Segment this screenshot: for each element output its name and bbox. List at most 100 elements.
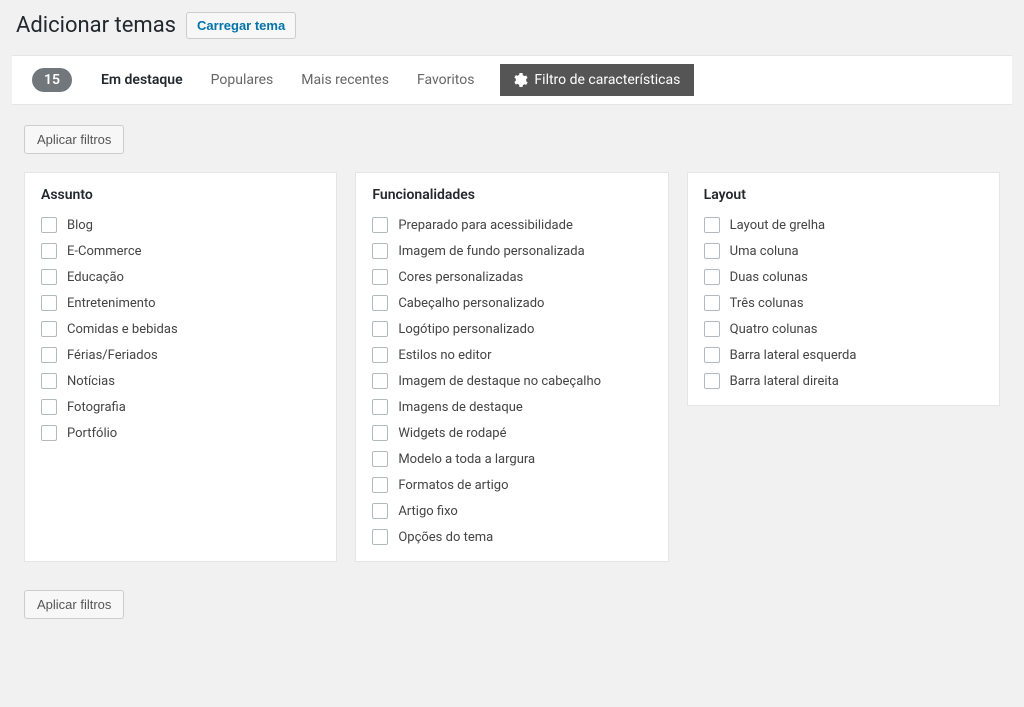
filter-item[interactable]: Duas colunas <box>704 269 983 285</box>
filter-checkbox[interactable] <box>41 347 57 363</box>
filter-item-label: Widgets de rodapé <box>398 426 506 441</box>
filter-item[interactable]: Imagens de destaque <box>372 399 651 415</box>
tab-favorites[interactable]: Favoritos <box>403 56 488 104</box>
tab-feature-filter[interactable]: Filtro de características <box>500 64 694 96</box>
filter-groups-row: Assunto BlogE-CommerceEducaçãoEntretenim… <box>24 172 1000 562</box>
filter-checkbox[interactable] <box>41 425 57 441</box>
filter-item[interactable]: Portfólio <box>41 425 320 441</box>
filter-item[interactable]: Fotografia <box>41 399 320 415</box>
filter-tabs: Em destaque Populares Mais recentes Favo… <box>87 56 694 104</box>
filter-item-label: Cabeçalho personalizado <box>398 296 544 311</box>
filter-checkbox[interactable] <box>704 217 720 233</box>
filter-checkbox[interactable] <box>372 425 388 441</box>
filter-group-subject: Assunto BlogE-CommerceEducaçãoEntretenim… <box>24 172 337 562</box>
filter-group-features-title: Funcionalidades <box>372 187 651 203</box>
filter-checkbox[interactable] <box>704 373 720 389</box>
filter-item-label: Barra lateral esquerda <box>730 348 857 363</box>
filter-checkbox[interactable] <box>704 243 720 259</box>
filter-item-label: Modelo a toda a largura <box>398 452 535 467</box>
apply-filters-button-top[interactable]: Aplicar filtros <box>24 125 124 154</box>
filter-item[interactable]: Layout de grelha <box>704 217 983 233</box>
filter-item[interactable]: Quatro colunas <box>704 321 983 337</box>
filter-item[interactable]: Três colunas <box>704 295 983 311</box>
filter-item-label: Fotografia <box>67 400 126 415</box>
tab-popular[interactable]: Populares <box>197 56 288 104</box>
filter-item-label: Formatos de artigo <box>398 478 508 493</box>
filter-checkbox[interactable] <box>41 321 57 337</box>
filter-checkbox[interactable] <box>704 321 720 337</box>
filter-item-label: Preparado para acessibilidade <box>398 218 573 233</box>
filter-item[interactable]: Formatos de artigo <box>372 477 651 493</box>
filter-item-label: Imagens de destaque <box>398 400 522 415</box>
tab-latest[interactable]: Mais recentes <box>287 56 403 104</box>
tab-featured[interactable]: Em destaque <box>87 56 197 104</box>
filter-item[interactable]: Barra lateral direita <box>704 373 983 389</box>
filter-group-layout-title: Layout <box>704 187 983 203</box>
filter-group-layout: Layout Layout de grelha Uma coluna Duas co… <box>687 172 1000 406</box>
filter-item[interactable]: Estilos no editor <box>372 347 651 363</box>
filter-item[interactable]: Artigo fixo <box>372 503 651 519</box>
filter-item-label: Notícias <box>67 374 115 389</box>
filter-item[interactable]: Modelo a toda a largura <box>372 451 651 467</box>
filter-item[interactable]: Férias/Feriados <box>41 347 320 363</box>
filter-item[interactable]: Notícias <box>41 373 320 389</box>
filter-checkbox[interactable] <box>372 477 388 493</box>
filter-checkbox[interactable] <box>372 373 388 389</box>
filter-item-label: Logótipo personalizado <box>398 322 534 337</box>
filter-checkbox[interactable] <box>372 269 388 285</box>
filter-checkbox[interactable] <box>41 399 57 415</box>
filter-checkbox[interactable] <box>41 217 57 233</box>
filter-bar: 15 Em destaque Populares Mais recentes F… <box>12 55 1012 105</box>
filter-item[interactable]: Imagem de fundo personalizada <box>372 243 651 259</box>
filter-item-label: Férias/Feriados <box>67 348 158 363</box>
filter-item[interactable]: Widgets de rodapé <box>372 425 651 441</box>
filter-checkbox[interactable] <box>372 295 388 311</box>
theme-count-badge: 15 <box>32 68 72 92</box>
filter-item[interactable]: Educação <box>41 269 320 285</box>
feature-filter-label: Filtro de características <box>534 72 680 88</box>
apply-filters-button-bottom[interactable]: Aplicar filtros <box>24 590 124 619</box>
upload-theme-button[interactable]: Carregar tema <box>186 12 296 39</box>
filter-item-label: Quatro colunas <box>730 322 818 337</box>
filter-item-label: Uma coluna <box>730 244 799 259</box>
filter-checkbox[interactable] <box>372 217 388 233</box>
filter-item[interactable]: Logótipo personalizado <box>372 321 651 337</box>
filter-checkbox[interactable] <box>704 347 720 363</box>
filter-item[interactable]: Cores personalizadas <box>372 269 651 285</box>
filter-list-layout: Layout de grelha Uma coluna Duas colunas Tr… <box>704 217 983 389</box>
filter-checkbox[interactable] <box>372 451 388 467</box>
filter-item[interactable]: Barra lateral esquerda <box>704 347 983 363</box>
filter-checkbox[interactable] <box>372 529 388 545</box>
filter-checkbox[interactable] <box>372 503 388 519</box>
filter-checkbox[interactable] <box>704 295 720 311</box>
page-title: Adicionar temas <box>16 13 176 38</box>
filter-checkbox[interactable] <box>372 399 388 415</box>
filter-item-label: Blog <box>67 218 93 233</box>
filter-item[interactable]: Blog <box>41 217 320 233</box>
filter-list-subject: Blog E-Commerce Educação Entretenimento Comi… <box>41 217 320 441</box>
filter-checkbox[interactable] <box>41 295 57 311</box>
filter-list-features: Preparado para acessibilidade Imagem de f… <box>372 217 651 545</box>
filter-item[interactable]: Entretenimento <box>41 295 320 311</box>
filter-checkbox[interactable] <box>704 269 720 285</box>
filter-checkbox[interactable] <box>41 243 57 259</box>
filter-item[interactable]: Imagem de destaque no cabeçalho <box>372 373 651 389</box>
filter-item[interactable]: E-Commerce <box>41 243 320 259</box>
filter-item-label: Duas colunas <box>730 270 808 285</box>
filter-checkbox[interactable] <box>372 243 388 259</box>
filter-item-label: E-Commerce <box>67 244 142 259</box>
filter-checkbox[interactable] <box>41 373 57 389</box>
filter-item-label: Barra lateral direita <box>730 374 839 389</box>
filter-item-label: Imagem de fundo personalizada <box>398 244 584 259</box>
filter-checkbox[interactable] <box>41 269 57 285</box>
filter-checkbox[interactable] <box>372 347 388 363</box>
filter-item[interactable]: Preparado para acessibilidade <box>372 217 651 233</box>
filter-item-label: Estilos no editor <box>398 348 491 363</box>
gear-icon <box>514 73 528 87</box>
filter-item[interactable]: Opções do tema <box>372 529 651 545</box>
filter-item[interactable]: Cabeçalho personalizado <box>372 295 651 311</box>
filter-item-label: Opções do tema <box>398 530 493 545</box>
filter-item[interactable]: Uma coluna <box>704 243 983 259</box>
filter-item[interactable]: Comidas e bebidas <box>41 321 320 337</box>
filter-checkbox[interactable] <box>372 321 388 337</box>
